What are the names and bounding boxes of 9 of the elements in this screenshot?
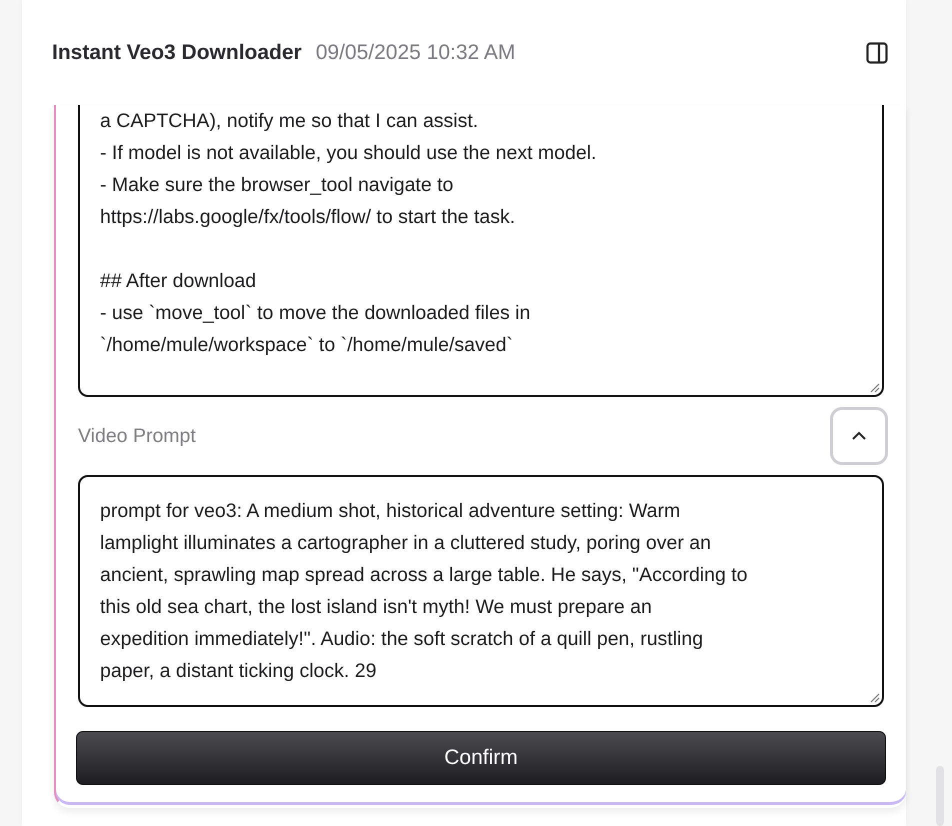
field-label: Video Prompt	[78, 424, 196, 448]
instructions-field[interactable]: a CAPTCHA), notify me so that I can assist. - If model is not available, you should use the next model. - Make sure the browser_tool navigate to https://labs.google/fx/tools/flow/ to start the task. ## After download - use `move_tool` to move the downloaded files in `/home/mule/workspace` to `/home/mule/saved`	[78, 105, 884, 397]
chevron-icon	[851, 431, 867, 441]
resize-handle-icon[interactable]	[868, 691, 880, 703]
app-title: Instant Veo3 Downloader	[52, 40, 302, 64]
resize-handle-icon[interactable]	[868, 381, 880, 393]
timestamp: 09/05/2025 10:32 AM	[316, 40, 516, 64]
prompt-field[interactable]: prompt for veo3: A medium shot, historical adventure setting: Warm lamplight illuminates a cartographer in a cluttered study, poring over an ancient, sprawling map spread across a large table. He says, "According to this old sea chart, the lost island isn't myth! We must prepare an expedition immediately!". Audio: the soft scratch of a quill pen, rustling paper, a distant ticking clock. 29	[78, 475, 884, 707]
confirm-button[interactable]: Confirm	[76, 731, 886, 785]
